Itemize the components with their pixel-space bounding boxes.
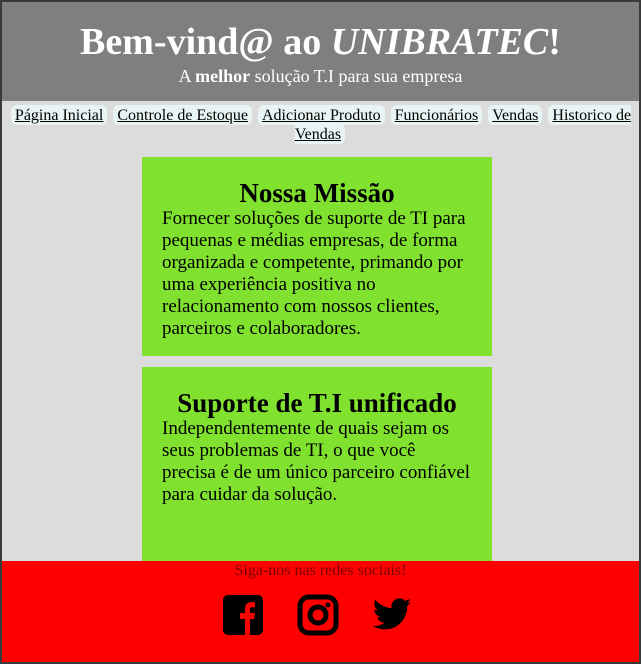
instagram-icon[interactable] [297, 594, 339, 636]
main-nav: Página Inicial Controle de Estoque Adici… [2, 105, 639, 144]
nav-link-funcionarios[interactable]: Funcionários [390, 105, 483, 125]
nav-link-adicionar-produto[interactable]: Adicionar Produto [257, 105, 385, 125]
page: Bem-vind@ ao UNIBRATEC! A melhor solução… [2, 2, 639, 662]
title-prefix: Bem-vind@ ao [80, 21, 331, 63]
tagline-suffix: solução T.I para sua empresa [250, 66, 463, 86]
title-suffix: ! [548, 21, 561, 63]
mission-text: Fornecer soluções de suporte de TI para … [162, 208, 466, 339]
support-text: Independentemente de quais sejam os seus… [162, 418, 471, 505]
support-card: Suporte de T.I unificado Independentemen… [142, 367, 492, 567]
twitter-icon[interactable] [371, 594, 413, 636]
site-header: Bem-vind@ ao UNIBRATEC! A melhor solução… [2, 2, 639, 101]
site-title: Bem-vind@ ao UNIBRATEC! [2, 2, 639, 64]
tagline-prefix: A [178, 66, 196, 86]
support-title: Suporte de T.I unificado [177, 388, 457, 418]
facebook-icon[interactable] [222, 594, 264, 636]
site-footer: Siga-nos nas redes sociais! [2, 561, 639, 662]
tagline: A melhor solução T.I para sua empresa [2, 65, 639, 87]
nav-link-pagina-inicial[interactable]: Página Inicial [10, 105, 108, 125]
title-brand: UNIBRATEC [330, 21, 549, 63]
tagline-bold: melhor [195, 66, 251, 86]
nav-link-vendas[interactable]: Vendas [488, 105, 543, 125]
nav-link-controle-de-estoque[interactable]: Controle de Estoque [113, 105, 252, 125]
follow-text: Siga-nos nas redes sociais! [234, 562, 407, 579]
mission-title: Nossa Missão [239, 178, 395, 208]
mission-card: Nossa Missão Fornecer soluções de suport… [142, 157, 492, 356]
social-links [2, 594, 639, 636]
